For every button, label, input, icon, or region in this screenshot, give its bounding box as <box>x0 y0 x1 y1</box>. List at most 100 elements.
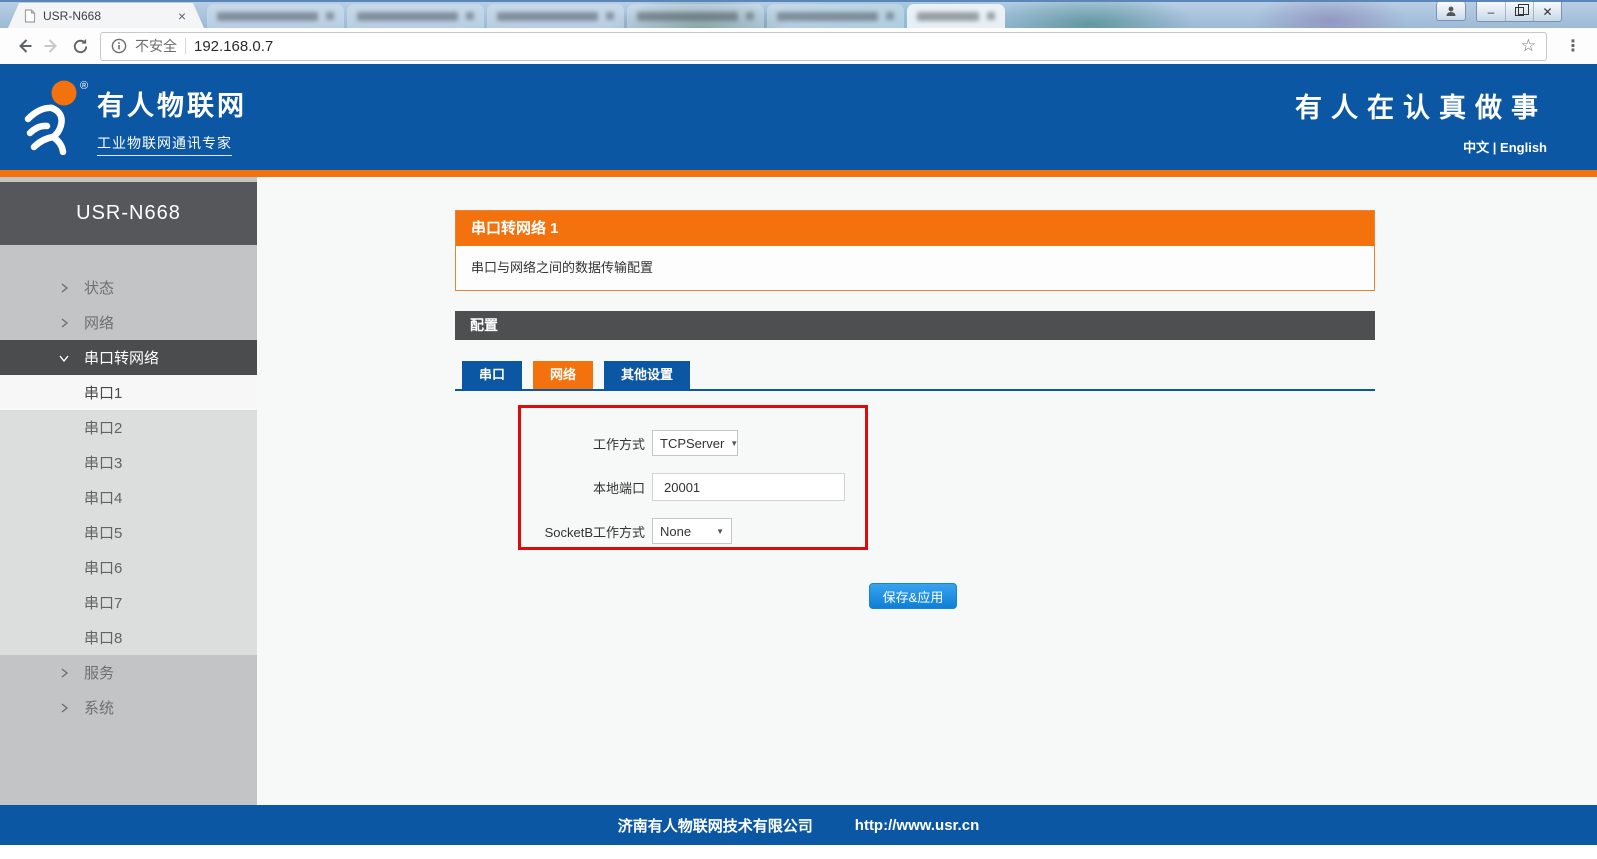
save-apply-button[interactable]: 保存&应用 <box>869 583 957 609</box>
chevron-right-icon <box>58 281 71 294</box>
blurred-close-icon <box>987 12 995 20</box>
section-title: 串口转网络 1 <box>456 211 1374 246</box>
brand-block: 有人物联网 工业物联网通讯专家 <box>97 84 247 156</box>
lang-zh-link[interactable]: 中文 <box>1463 140 1489 155</box>
forward-button[interactable] <box>38 32 66 60</box>
sidebar-item-label: 系统 <box>84 700 115 717</box>
sidebar-item-serial3[interactable]: 串口3 <box>0 445 257 480</box>
browser-toolbar: 不安全 192.168.0.7 ☆ ⋮ <box>0 28 1597 64</box>
blurred-close-icon <box>746 12 754 20</box>
local-port-input[interactable] <box>652 473 845 501</box>
tabs-row: USR-N668 × <box>0 2 1597 28</box>
back-button[interactable] <box>10 32 38 60</box>
tab-network[interactable]: 网络 <box>533 361 594 389</box>
blurred-tab-text <box>777 11 878 21</box>
refresh-button[interactable] <box>66 32 94 60</box>
browser-menu-button[interactable]: ⋮ <box>1559 32 1587 60</box>
tab-serial[interactable]: 串口 <box>462 361 523 389</box>
sidebar-item-network[interactable]: 网络 <box>0 305 257 340</box>
sidebar: USR-N668 状态 网络 串口转网络 串口1 串口2 串口3 串口4 串口5… <box>0 177 257 805</box>
system-buttons: – ✕ <box>1476 2 1562 22</box>
socketb-mode-select[interactable]: None ▼ <box>652 518 732 544</box>
sidebar-item-label: 串口转网络 <box>84 350 160 367</box>
local-port-label: 本地端口 <box>592 480 645 496</box>
window-close-button[interactable]: ✕ <box>1533 2 1561 21</box>
dropdown-arrow-icon: ▼ <box>730 438 739 448</box>
sidebar-item-status[interactable]: 状态 <box>0 270 257 305</box>
sidebar-item-serial6[interactable]: 串口6 <box>0 550 257 585</box>
footer-company: 济南有人物联网技术有限公司 <box>617 817 813 835</box>
address-bar[interactable]: 不安全 192.168.0.7 ☆ <box>100 31 1547 61</box>
page-body: USR-N668 状态 网络 串口转网络 串口1 串口2 串口3 串口4 串口5… <box>0 177 1597 805</box>
window-close-icon: ✕ <box>1542 4 1553 19</box>
sidebar-item-serial8[interactable]: 串口8 <box>0 620 257 655</box>
sidebar-item-label: 串口5 <box>84 525 123 542</box>
lang-en-link[interactable]: English <box>1500 140 1547 155</box>
blurred-close-icon <box>326 12 334 20</box>
header-right: 有人在认真做事 中文 | English <box>1295 86 1547 156</box>
chevron-right-icon <box>58 666 71 679</box>
sidebar-item-label: 串口7 <box>84 595 123 612</box>
profile-button[interactable] <box>1436 2 1466 21</box>
tab-close-icon[interactable]: × <box>176 9 188 23</box>
socketb-mode-value: None <box>660 523 692 539</box>
work-mode-select[interactable]: TCPServer ▼ <box>652 430 738 456</box>
socketb-mode-label: SocketB工作方式 <box>544 524 645 540</box>
blurred-tab-text <box>917 11 979 21</box>
sidebar-item-serial-to-network[interactable]: 串口转网络 <box>0 340 257 375</box>
restore-button[interactable] <box>1505 2 1533 21</box>
forward-icon <box>44 39 57 53</box>
chevron-right-icon <box>58 316 71 329</box>
footer: 济南有人物联网技术有限公司 http://www.usr.cn <box>0 805 1597 845</box>
tab-blurred[interactable] <box>207 4 344 28</box>
sidebar-item-label: 网络 <box>84 315 115 332</box>
blurred-tab-text <box>217 11 318 21</box>
dropdown-arrow-icon: ▼ <box>716 526 724 536</box>
tab-other-settings[interactable]: 其他设置 <box>604 361 691 389</box>
tab-blurred[interactable] <box>767 4 904 28</box>
sidebar-item-serial1[interactable]: 串口1 <box>0 375 257 410</box>
form-row-socketb-mode: SocketB工作方式 None ▼ <box>521 516 865 546</box>
sidebar-item-label: 服务 <box>84 665 115 682</box>
security-label[interactable]: 不安全 <box>135 36 177 56</box>
sidebar-item-serial4[interactable]: 串口4 <box>0 480 257 515</box>
refresh-icon <box>73 38 87 53</box>
back-icon <box>19 39 32 53</box>
form-row-work-mode: 工作方式 TCPServer ▼ <box>521 428 865 458</box>
content: 串口转网络 1 串口与网络之间的数据传输配置 配置 串口 网络 其他设置 工作方… <box>455 177 1375 609</box>
tab-blurred[interactable] <box>347 4 484 28</box>
footer-url-link[interactable]: http://www.usr.cn <box>855 817 979 834</box>
config-tabs: 串口 网络 其他设置 <box>455 361 1375 391</box>
bottom-strip <box>0 845 1597 859</box>
form-row-local-port: 本地端口 <box>521 472 865 502</box>
highlight-annotation-box: 工作方式 TCPServer ▼ 本地端口 SocketB工作方式 None <box>518 405 868 550</box>
omnibox-divider <box>185 38 186 54</box>
sidebar-item-serial2[interactable]: 串口2 <box>0 410 257 445</box>
url-text[interactable]: 192.168.0.7 <box>194 38 273 55</box>
minimize-icon: – <box>1487 4 1495 19</box>
tab-blurred[interactable] <box>907 4 1005 28</box>
sidebar-item-label: 串口2 <box>84 420 123 437</box>
sidebar-item-label: 串口3 <box>84 455 123 472</box>
blurred-close-icon <box>606 12 614 20</box>
minimize-button[interactable]: – <box>1477 2 1505 21</box>
config-section-title: 配置 <box>455 311 1375 340</box>
usr-logo: ® <box>20 77 94 160</box>
tab-blurred[interactable] <box>627 4 764 28</box>
device-model-title: USR-N668 <box>0 182 257 245</box>
work-mode-label: 工作方式 <box>592 436 645 452</box>
blurred-close-icon <box>886 12 894 20</box>
bookmark-star-icon[interactable]: ☆ <box>1521 36 1536 56</box>
sidebar-item-label: 串口6 <box>84 560 123 577</box>
tab-title: USR-N668 <box>43 8 102 23</box>
blurred-tab-text <box>637 11 738 21</box>
tab-active-usr-n668[interactable]: USR-N668 × <box>8 3 204 28</box>
sidebar-item-serial5[interactable]: 串口5 <box>0 515 257 550</box>
tab-blurred[interactable] <box>487 4 624 28</box>
sidebar-item-system[interactable]: 系统 <box>0 690 257 725</box>
sidebar-item-serial7[interactable]: 串口7 <box>0 585 257 620</box>
page-icon <box>24 8 36 23</box>
tab-strip: USR-N668 × – ✕ <box>0 0 1597 28</box>
info-icon <box>111 38 127 54</box>
sidebar-item-service[interactable]: 服务 <box>0 655 257 690</box>
